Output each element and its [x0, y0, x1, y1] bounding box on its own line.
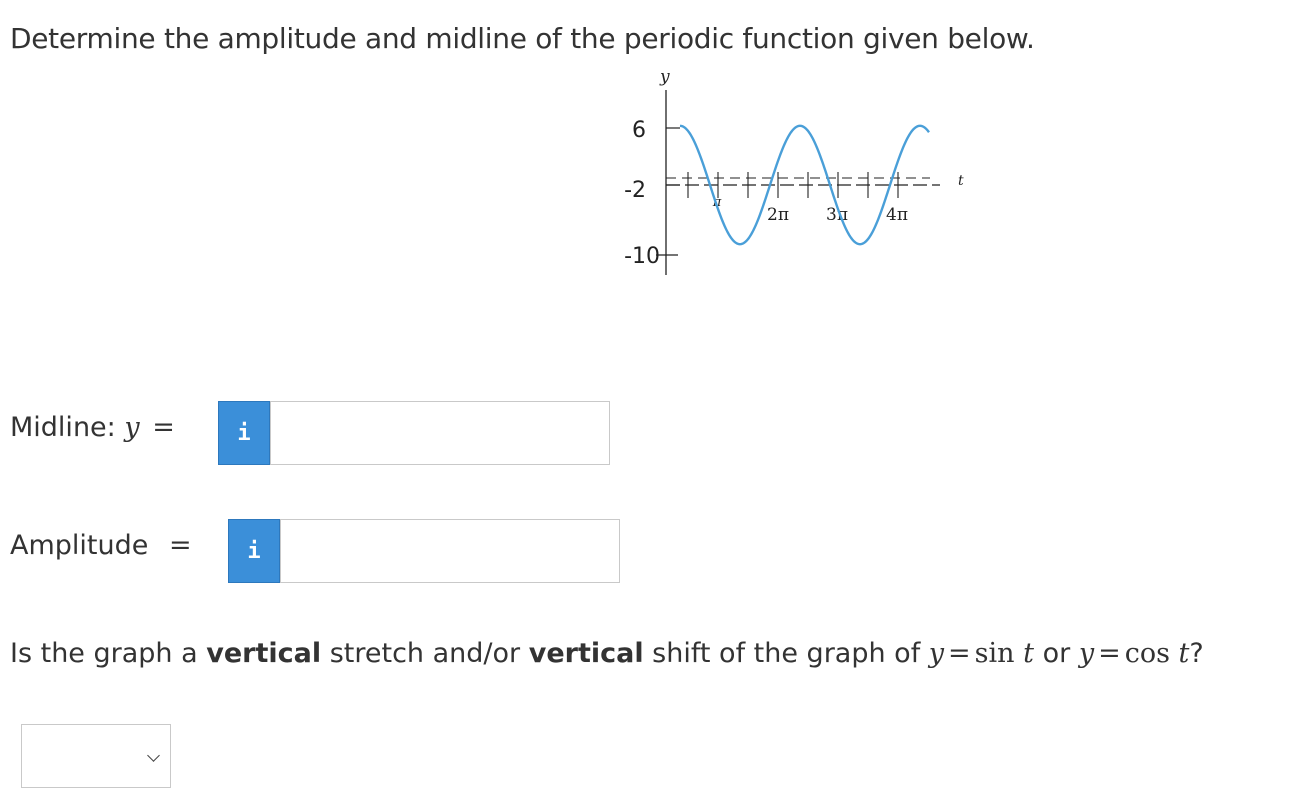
t-tick-label-2pi: 2π [767, 205, 789, 225]
amplitude-label: Amplitude [10, 530, 149, 561]
q2-var2: y [1078, 638, 1095, 669]
stretch-shift-question: Is the graph a vertical stretch and/or v… [10, 638, 1204, 669]
q2-part3: shift of the graph of [643, 638, 929, 669]
info-icon: i [247, 538, 261, 564]
q2-op1: = [948, 638, 971, 669]
chevron-down-icon [147, 749, 160, 762]
q2-or: or [1034, 638, 1079, 669]
q2-bold2: vertical [528, 638, 644, 669]
q2-part1: Is the graph a [10, 638, 207, 669]
q2-arg1: t [1023, 638, 1035, 669]
midline-label-row: Midline: y = [10, 412, 179, 443]
stretch-shift-select[interactable] [21, 724, 171, 788]
t-tick-label-4pi: 4π [886, 205, 908, 225]
question-text: Determine the amplitude and midline of t… [10, 22, 1035, 55]
q2-op2: = [1098, 638, 1121, 669]
q2-qmark: ? [1189, 638, 1204, 669]
q2-var1: y [928, 638, 945, 669]
midline-label: Midline: [10, 412, 116, 443]
midline-var: y [124, 412, 140, 443]
amplitude-info-button[interactable]: i [228, 519, 280, 583]
function-graph: y 6 -2 -10 t π 2π 3π 4π [624, 67, 964, 275]
y-tick-label-6: 6 [632, 118, 646, 143]
y-axis-label: y [659, 67, 670, 87]
amplitude-label-row: Amplitude = [10, 530, 196, 561]
midline-input[interactable] [270, 401, 610, 465]
q2-bold1: vertical [206, 638, 322, 669]
y-tick-label-neg10: -10 [624, 244, 660, 269]
q2-fn1: sin [974, 638, 1015, 669]
midline-info-button[interactable]: i [218, 401, 270, 465]
q2-fn2: cos [1124, 638, 1170, 669]
info-icon: i [237, 420, 251, 446]
q2-arg2: t [1178, 638, 1190, 669]
midline-equals: = [152, 412, 175, 443]
y-tick-label-neg2: -2 [624, 178, 646, 203]
amplitude-input[interactable] [280, 519, 620, 583]
t-axis-label: t [958, 173, 964, 189]
amplitude-equals: = [168, 530, 192, 561]
q2-part2: stretch and/or [321, 638, 529, 669]
